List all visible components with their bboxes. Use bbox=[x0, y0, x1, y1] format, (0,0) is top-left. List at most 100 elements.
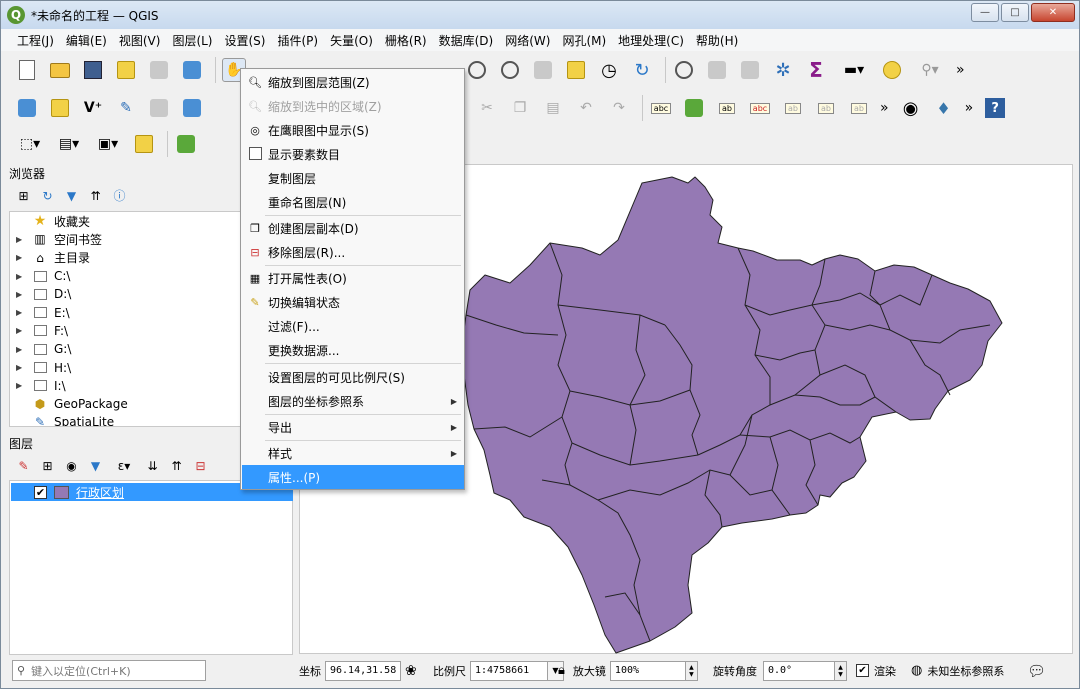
field-calculator-button[interactable] bbox=[738, 58, 762, 82]
menu-zoom-to-layer[interactable]: 🔍︎ 缩放到图层范围(Z) bbox=[242, 70, 464, 94]
new-geopackage-layer-button[interactable] bbox=[48, 96, 72, 120]
menu-filter[interactable]: 过滤(F)... bbox=[242, 314, 464, 338]
style-manager-button[interactable] bbox=[180, 58, 204, 82]
magnifier-spinner[interactable]: ▲ ▼ bbox=[685, 660, 698, 681]
redo-button[interactable]: ↷ bbox=[607, 96, 631, 120]
temporal-controller-button[interactable]: ◷ bbox=[597, 58, 621, 82]
expand-all-icon[interactable]: ⇊ bbox=[144, 457, 161, 474]
search-tool-button[interactable]: ⚲▾ bbox=[913, 58, 947, 82]
filter-icon[interactable]: ▼ bbox=[63, 187, 80, 204]
menu-layer[interactable]: 图层(L) bbox=[166, 32, 218, 49]
new-project-button[interactable] bbox=[15, 58, 39, 82]
expand-arrow-icon[interactable]: ▶ bbox=[16, 363, 32, 372]
add-selected-layers-icon[interactable]: ⊞ bbox=[15, 187, 32, 204]
expand-arrow-icon[interactable]: ▶ bbox=[16, 345, 32, 354]
render-checkbox[interactable]: ✔ bbox=[856, 664, 869, 677]
layer-symbol-swatch[interactable] bbox=[54, 485, 69, 499]
refresh-icon[interactable]: ↻ bbox=[39, 187, 56, 204]
manage-visibility-icon[interactable]: ◉ bbox=[63, 457, 80, 474]
layout-manager-button[interactable] bbox=[147, 58, 171, 82]
admin-region-outline[interactable] bbox=[461, 176, 1003, 654]
expand-arrow-icon[interactable]: ▶ bbox=[16, 235, 32, 244]
collapse-all-icon[interactable]: ⇈ bbox=[87, 187, 104, 204]
maximize-button[interactable]: □ bbox=[1001, 3, 1029, 22]
statistics-button[interactable]: Σ bbox=[804, 58, 828, 82]
menu-web[interactable]: 网络(W) bbox=[499, 32, 556, 49]
menu-open-attribute-table[interactable]: ▦ 打开属性表(O) bbox=[242, 266, 464, 290]
paste-features-button[interactable]: ▤ bbox=[541, 96, 565, 120]
zoom-last-button[interactable] bbox=[465, 58, 489, 82]
select-by-location-button[interactable] bbox=[132, 132, 156, 156]
add-group-icon[interactable]: ⊞ bbox=[39, 457, 56, 474]
georeferencer-button[interactable]: ◉ bbox=[899, 96, 923, 120]
menu-export[interactable]: 导出 ▶ bbox=[242, 415, 464, 439]
measure-button[interactable]: ▬▾ bbox=[837, 58, 871, 82]
toolbar-overflow-button[interactable]: » bbox=[956, 62, 965, 78]
data-source-manager-button[interactable] bbox=[15, 96, 39, 120]
menu-change-data-source[interactable]: 更换数据源... bbox=[242, 338, 464, 362]
show-bookmarks-button[interactable] bbox=[564, 58, 588, 82]
lock-icon[interactable]: 🔒︎ bbox=[558, 663, 565, 678]
layer-labeling-button[interactable]: abc bbox=[649, 96, 673, 120]
toggle-extents-icon[interactable]: ❀ bbox=[405, 663, 417, 679]
crs-widget[interactable]: ◍ 未知坐标参照系 bbox=[911, 657, 1004, 684]
undo-button[interactable]: ↶ bbox=[574, 96, 598, 120]
layers-tree[interactable]: ✔ 行政区划 bbox=[9, 480, 293, 655]
show-hide-labels-button[interactable]: ab bbox=[781, 96, 805, 120]
add-virtual-layer-button[interactable] bbox=[180, 96, 204, 120]
menu-mesh[interactable]: 网孔(M) bbox=[556, 32, 612, 49]
menu-database[interactable]: 数据库(D) bbox=[433, 32, 500, 49]
feature-count-checkbox[interactable] bbox=[249, 147, 262, 160]
rotate-label-button[interactable]: ab bbox=[847, 96, 871, 120]
help-button[interactable]: ? bbox=[983, 96, 1007, 120]
menu-properties[interactable]: 属性...(P) bbox=[242, 465, 464, 489]
menu-copy-layer[interactable]: 复制图层 bbox=[242, 166, 464, 190]
open-project-button[interactable] bbox=[48, 58, 72, 82]
identify-button[interactable] bbox=[672, 58, 696, 82]
menu-toggle-editing[interactable]: ✎ 切换编辑状态 bbox=[242, 290, 464, 314]
copy-features-button[interactable]: ❐ bbox=[508, 96, 532, 120]
open-attribute-table-button[interactable] bbox=[705, 58, 729, 82]
style-panel-icon[interactable]: ✎ bbox=[15, 457, 32, 474]
menu-duplicate-layer[interactable]: ❐ 创建图层副本(D) bbox=[242, 216, 464, 240]
rotation-field[interactable]: 0.0° bbox=[763, 660, 835, 681]
menu-zoom-to-selection[interactable]: 🔍︎ 缩放到选中的区域(Z) bbox=[242, 94, 464, 118]
move-label-button[interactable]: ab bbox=[814, 96, 838, 120]
remove-layer-icon[interactable]: ⊟ bbox=[192, 457, 209, 474]
add-vector-layer-button[interactable]: V⁺ bbox=[81, 96, 105, 120]
filter-expression-icon[interactable]: ε▾ bbox=[111, 457, 137, 474]
expand-arrow-icon[interactable]: ▶ bbox=[16, 308, 32, 317]
virtual-layer-button[interactable] bbox=[147, 96, 171, 120]
expand-arrow-icon[interactable]: ▶ bbox=[16, 253, 32, 262]
menu-settings[interactable]: 设置(S) bbox=[219, 32, 272, 49]
save-project-button[interactable] bbox=[81, 58, 105, 82]
menu-rename-layer[interactable]: 重命名图层(N) bbox=[242, 190, 464, 214]
cut-features-button[interactable]: ✂ bbox=[475, 96, 499, 120]
messages-widget[interactable]: 💬︎ bbox=[1027, 657, 1046, 684]
pin-labels-button[interactable]: ab bbox=[715, 96, 739, 120]
menu-edit[interactable]: 编辑(E) bbox=[60, 32, 113, 49]
menu-project[interactable]: 工程(J) bbox=[11, 32, 60, 49]
locator-search-button[interactable] bbox=[174, 132, 198, 156]
close-button[interactable]: ✕ bbox=[1031, 3, 1075, 22]
highlight-pinned-labels-button[interactable]: abc bbox=[748, 96, 772, 120]
menu-help[interactable]: 帮助(H) bbox=[690, 32, 744, 49]
expand-arrow-icon[interactable]: ▶ bbox=[16, 381, 32, 390]
menu-show-in-overview[interactable]: ◎ 在鹰眼图中显示(S) bbox=[242, 118, 464, 142]
diagram-button[interactable] bbox=[682, 96, 706, 120]
menu-view[interactable]: 视图(V) bbox=[113, 32, 167, 49]
toolbar-overflow-button[interactable]: » bbox=[880, 100, 889, 116]
expand-arrow-icon[interactable]: ▶ bbox=[16, 272, 32, 281]
locator-search-input[interactable]: ⚲ 键入以定位(Ctrl+K) bbox=[12, 660, 206, 681]
menu-layer-crs[interactable]: 图层的坐标参照系 ▶ bbox=[242, 389, 464, 413]
zoom-next-button[interactable] bbox=[498, 58, 522, 82]
menu-remove-layer[interactable]: ⊟ 移除图层(R)... bbox=[242, 240, 464, 264]
map-tips-button[interactable] bbox=[880, 58, 904, 82]
magnifier-field[interactable]: 100% bbox=[609, 660, 686, 681]
python-console-button[interactable]: ♦ bbox=[932, 96, 956, 120]
menu-raster[interactable]: 栅格(R) bbox=[379, 32, 433, 49]
menu-styles[interactable]: 样式 ▶ bbox=[242, 441, 464, 465]
deselect-button[interactable]: ▣▾ bbox=[93, 132, 123, 156]
layer-name[interactable]: 行政区划 bbox=[76, 484, 124, 501]
processing-toolbox-button[interactable]: ✲ bbox=[771, 58, 795, 82]
